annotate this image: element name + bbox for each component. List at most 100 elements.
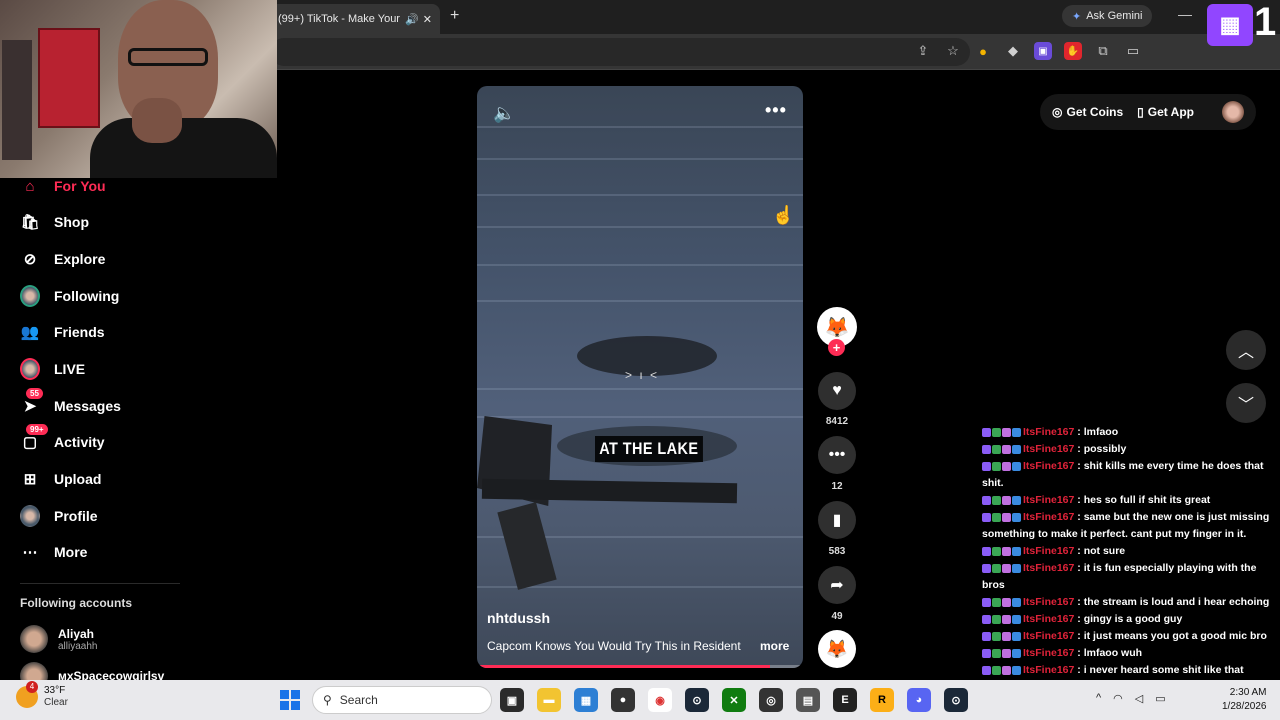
- chat-username[interactable]: ItsFine167: [1023, 630, 1074, 642]
- browser-tab[interactable]: (99+) TikTok - Make Your Day 🔊 ✕: [270, 4, 440, 34]
- chat-message: ItsFine167 : hes so full if shit its gre…: [982, 492, 1280, 509]
- screen: (99+) TikTok - Make Your Day 🔊 ✕ + ✦ Ask…: [0, 0, 1280, 720]
- chat-badges: [982, 546, 1021, 556]
- bookmark-star-icon[interactable]: ☆: [944, 42, 962, 60]
- chat-text: not sure: [1083, 545, 1126, 557]
- comment-button[interactable]: •••: [818, 436, 856, 474]
- profile-avatar-button[interactable]: [1222, 101, 1244, 123]
- obs-icon[interactable]: ◎: [759, 688, 783, 712]
- extensions-puzzle-icon[interactable]: ⧉: [1094, 42, 1112, 60]
- chat-username[interactable]: ItsFine167: [1023, 562, 1074, 574]
- messages-badge: 55: [26, 388, 43, 399]
- twitch-extension-icon[interactable]: ▣: [1034, 42, 1052, 60]
- sidebar-item-for-you[interactable]: ⌂ For You: [20, 173, 106, 199]
- sidebar-item-friends[interactable]: 👥 Friends: [20, 319, 105, 345]
- sidebar-item-messages[interactable]: ➤ 55 Messages: [20, 388, 121, 419]
- chat-username[interactable]: ItsFine167: [1023, 511, 1074, 523]
- battery-icon[interactable]: ▭: [1155, 692, 1165, 705]
- video-author[interactable]: nhtdussh: [487, 610, 550, 626]
- get-coins-button[interactable]: ◎ Get Coins: [1052, 105, 1123, 119]
- account-handle: alliyaahh: [58, 640, 98, 652]
- like-button[interactable]: ♥: [818, 372, 856, 410]
- chat-username[interactable]: ItsFine167: [1023, 596, 1074, 608]
- app-icon[interactable]: ●: [611, 688, 635, 712]
- chat-username[interactable]: ItsFine167: [1023, 545, 1074, 557]
- share-count: 49: [831, 611, 843, 622]
- description-more-link[interactable]: more: [760, 639, 789, 653]
- install-app-icon[interactable]: ⇪: [914, 42, 932, 60]
- windows-start-icon[interactable]: [280, 690, 300, 710]
- new-tab-button[interactable]: +: [450, 7, 459, 25]
- following-account[interactable]: Aliyah alliyaahh: [20, 625, 97, 653]
- search-icon: ⚲: [323, 693, 332, 707]
- store-icon[interactable]: ▦: [574, 688, 598, 712]
- chat-username[interactable]: ItsFine167: [1023, 494, 1074, 506]
- address-bar[interactable]: [270, 38, 970, 66]
- share-button[interactable]: ➦: [818, 566, 856, 604]
- share-arrow-icon: ➦: [830, 577, 844, 594]
- chat-username[interactable]: ItsFine167: [1023, 647, 1074, 659]
- discord-icon[interactable]: ◕: [907, 688, 931, 712]
- video-progress-bar[interactable]: [477, 665, 803, 668]
- color-extension-icon[interactable]: ●: [974, 42, 992, 60]
- sidebar-item-profile[interactable]: Profile: [20, 503, 98, 529]
- chat-message: ItsFine167 : it just means you got a goo…: [982, 628, 1280, 645]
- video-player[interactable]: > ı < 🔈 ••• AT THE LAKE nhtdussh Capcom …: [477, 86, 803, 668]
- sidebar-item-activity[interactable]: ▢ 99+ Activity: [20, 424, 105, 455]
- more-options-icon[interactable]: •••: [765, 100, 787, 121]
- wifi-icon[interactable]: ◠: [1113, 692, 1123, 705]
- chat-username[interactable]: ItsFine167: [1023, 613, 1074, 625]
- system-clock[interactable]: 2:30 AM 1/28/2026: [1222, 686, 1267, 714]
- ask-gemini-button[interactable]: ✦ Ask Gemini: [1062, 5, 1153, 27]
- cast-icon[interactable]: ▭: [1124, 42, 1142, 60]
- avatar: [20, 625, 48, 653]
- chat-username[interactable]: ItsFine167: [1023, 664, 1074, 676]
- speaker-icon[interactable]: 🔊: [405, 13, 419, 26]
- sidebar-item-label: For You: [54, 178, 106, 194]
- sidebar-item-shop[interactable]: 🛍 Shop: [20, 209, 89, 235]
- chat-message: ItsFine167 : not sure: [982, 543, 1280, 560]
- epic-games-icon[interactable]: E: [833, 688, 857, 712]
- music-disc-avatar[interactable]: 🦊: [818, 630, 856, 668]
- follow-plus-button[interactable]: +: [828, 339, 845, 356]
- file-explorer-icon[interactable]: ▬: [537, 688, 561, 712]
- sidebar-item-live[interactable]: LIVE: [20, 356, 85, 382]
- chrome-icon[interactable]: ◉: [648, 688, 672, 712]
- chevron-up-icon[interactable]: ^: [1096, 692, 1101, 705]
- minimize-button[interactable]: —: [1178, 6, 1192, 22]
- chat-username[interactable]: ItsFine167: [1023, 460, 1074, 472]
- get-app-button[interactable]: ▯ Get App: [1137, 105, 1194, 119]
- chat-text: the stream is loud and i hear echoing: [1083, 596, 1270, 608]
- like-count: 8412: [825, 416, 849, 427]
- save-button[interactable]: ▮: [818, 501, 856, 539]
- weather-widget[interactable]: 4 33°F Clear: [16, 680, 68, 708]
- tab-close-icon[interactable]: ✕: [423, 13, 432, 26]
- webcam-shirt: [90, 118, 277, 178]
- sidebar-item-explore[interactable]: ⊘ Explore: [20, 246, 106, 272]
- steam-icon[interactable]: ⊙: [685, 688, 709, 712]
- steam-icon[interactable]: ⊙: [944, 688, 968, 712]
- rockstar-icon[interactable]: R: [870, 688, 894, 712]
- volume-icon[interactable]: ◁: [1135, 692, 1143, 705]
- previous-video-button[interactable]: ︿: [1226, 330, 1266, 370]
- task-view-icon[interactable]: ▣: [500, 688, 524, 712]
- activity-badge: 99+: [26, 424, 48, 435]
- chat-message: ItsFine167 : the stream is loud and i he…: [982, 594, 1280, 611]
- sidebar-item-more[interactable]: ⋯ More: [20, 539, 88, 565]
- xbox-icon[interactable]: ✕: [722, 688, 746, 712]
- volume-icon[interactable]: 🔈: [493, 103, 515, 124]
- next-video-button[interactable]: ﹀: [1226, 383, 1266, 423]
- red-extension-icon[interactable]: ✋: [1064, 42, 1082, 60]
- sidebar-item-upload[interactable]: ⊞ Upload: [20, 466, 102, 492]
- webcam-shelf: [2, 40, 32, 160]
- app-icon[interactable]: ▤: [796, 688, 820, 712]
- chat-badges: [982, 614, 1021, 624]
- taskbar-search[interactable]: ⚲ Search: [312, 686, 492, 714]
- chat-username[interactable]: ItsFine167: [1023, 443, 1074, 455]
- diamond-extension-icon[interactable]: ◆: [1004, 42, 1022, 60]
- account-name: Aliyah: [58, 626, 95, 641]
- chat-username[interactable]: ItsFine167: [1023, 426, 1074, 438]
- clock-time: 2:30 AM: [1229, 687, 1267, 698]
- sidebar-item-following[interactable]: Following: [20, 283, 119, 309]
- profile-avatar: [20, 505, 40, 527]
